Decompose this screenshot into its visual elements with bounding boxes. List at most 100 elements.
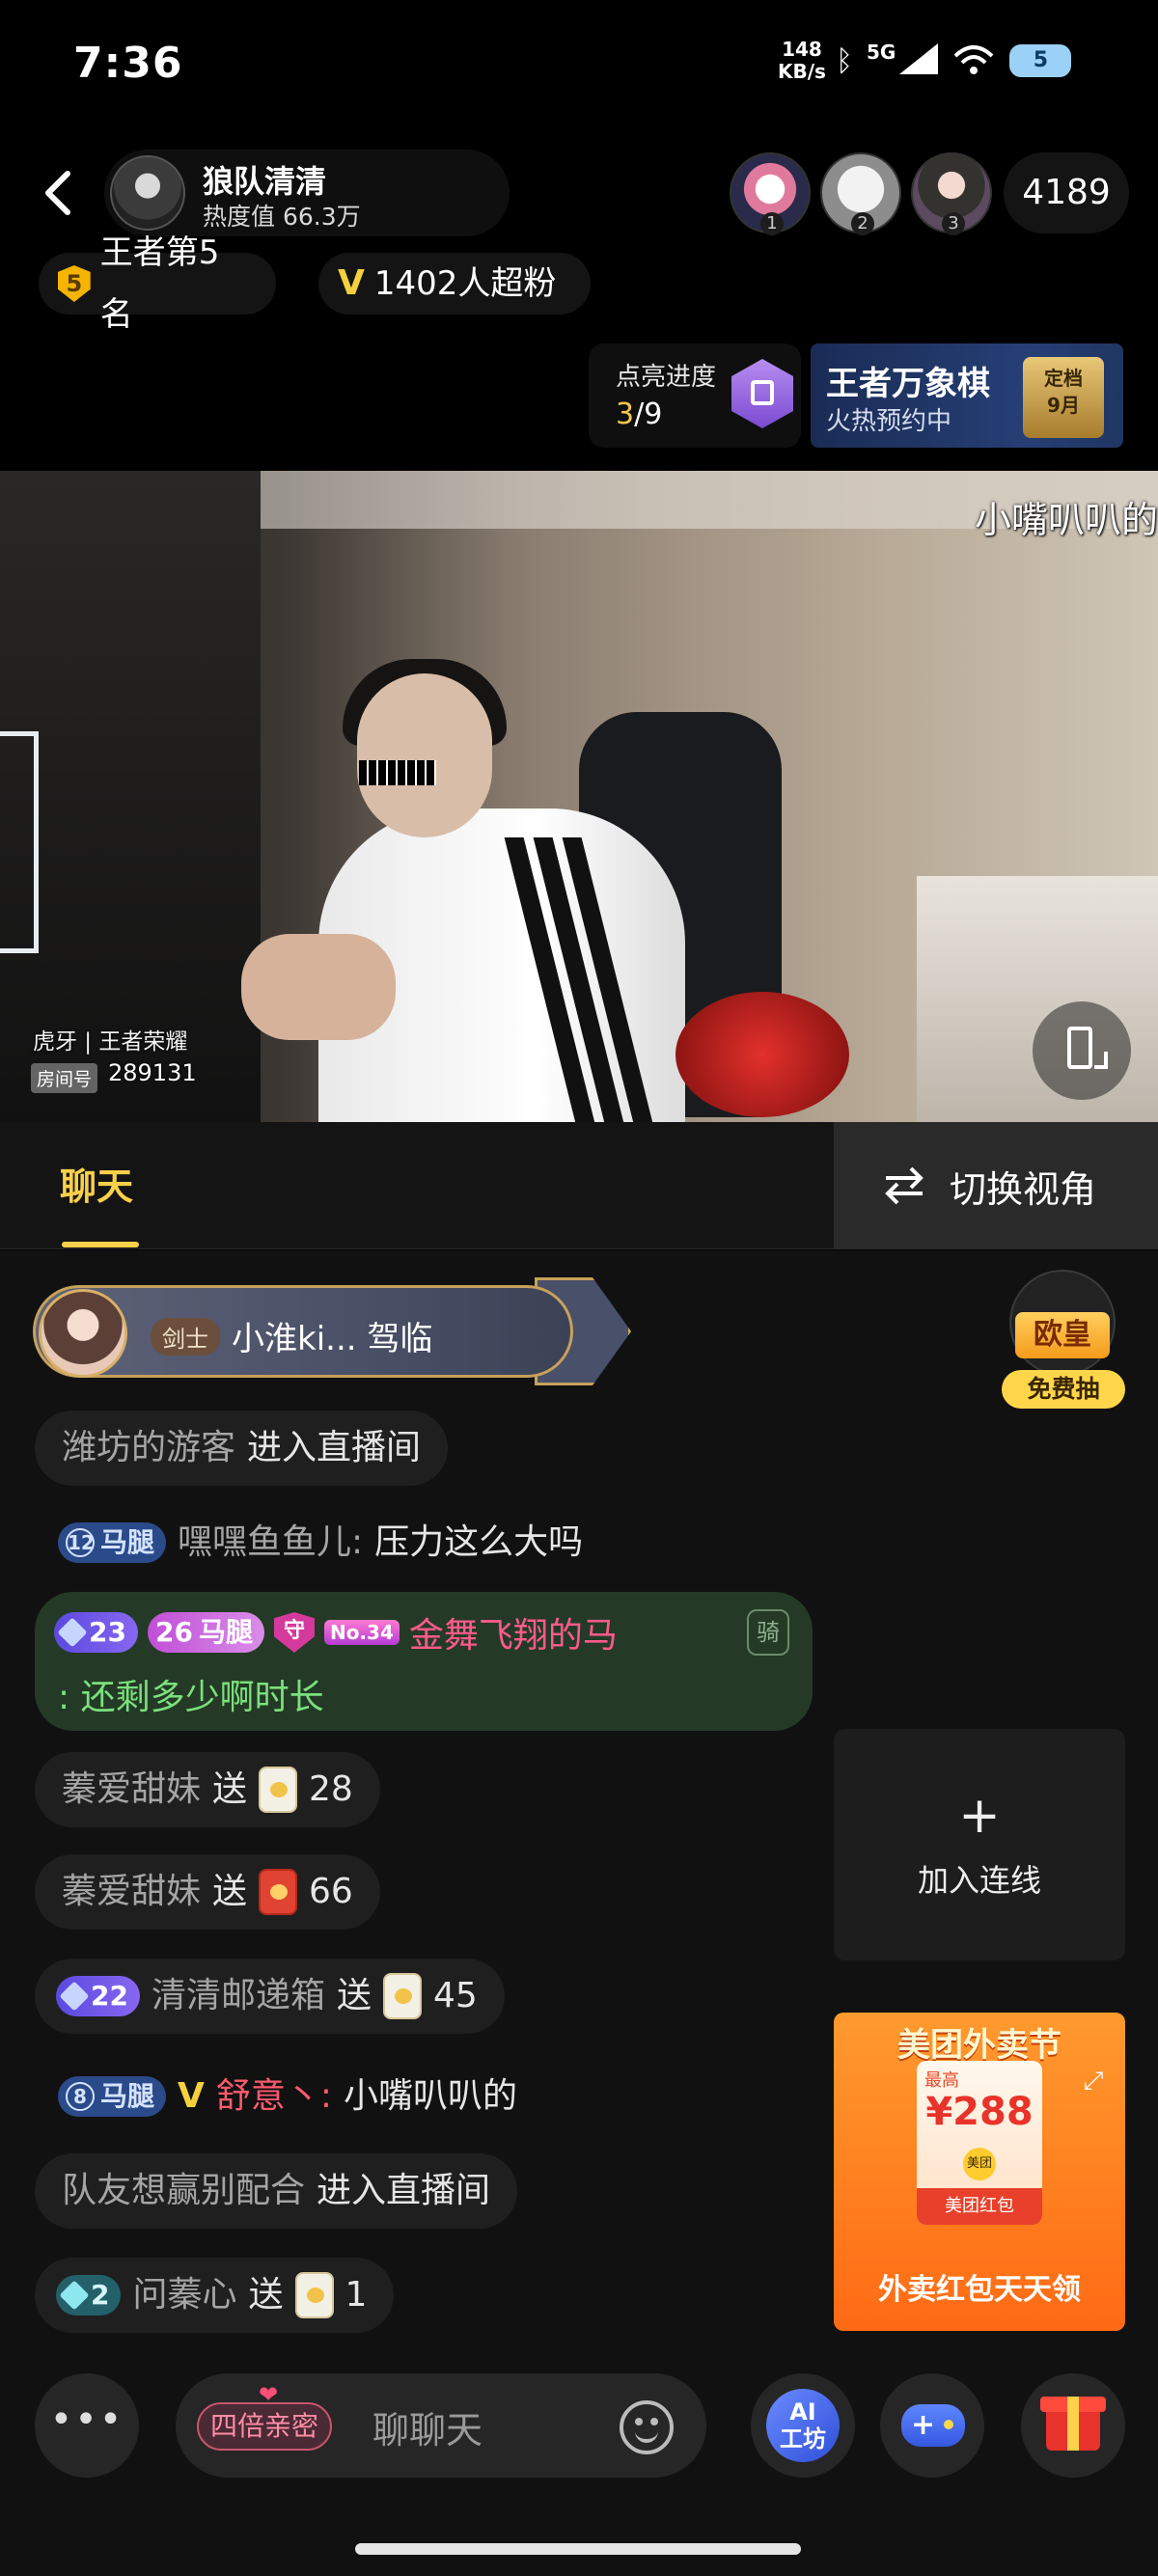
chat-input[interactable]: ❤ 四倍亲密 聊聊天 — [176, 2373, 706, 2478]
chat-action: 进入直播间 — [317, 2171, 491, 2210]
vip-entry-text: 小淮ki... 驾临 — [232, 1320, 433, 1358]
switch-view-label: 切换视角 — [950, 1167, 1097, 1211]
level-number: 26 — [154, 1616, 193, 1648]
chat-message[interactable]: 8 马腿 V 舒意丶: 小嘴叭叭的 — [35, 2059, 544, 2134]
level-number: 22 — [91, 1980, 128, 2012]
level-badge: 22 — [56, 1976, 140, 2016]
intimacy-tag[interactable]: 四倍亲密 — [197, 2402, 333, 2451]
emoji-icon[interactable] — [620, 2400, 674, 2454]
net-speed-unit: KB/s — [778, 60, 826, 83]
fan-tag: 马腿 — [100, 2080, 155, 2112]
gift-count: 66 — [309, 1872, 353, 1911]
top-viewer-avatar[interactable]: 2 — [820, 152, 901, 235]
chat-text: : 还剩多少啊时长 — [58, 1678, 324, 1717]
swap-arrows-icon — [885, 1166, 924, 1205]
rotate-screen-button[interactable] — [1033, 1001, 1131, 1100]
level-number: 23 — [89, 1616, 126, 1648]
gift-icon — [259, 1869, 298, 1915]
bottom-bar: ••• ❤ 四倍亲密 聊聊天 AI 工坊 — [0, 2360, 1158, 2576]
gift-count: 1 — [345, 2275, 368, 2315]
back-button[interactable] — [35, 164, 83, 222]
streamer-avatar[interactable] — [110, 155, 185, 231]
bluetooth-icon: ᛒ — [836, 43, 853, 78]
fans-badge[interactable]: V 1402人超粉 — [318, 253, 591, 315]
chat-action: 送 — [336, 1976, 372, 2015]
game-title: 王者万象棋 — [826, 365, 990, 403]
v-check-icon: V — [338, 263, 365, 303]
chat-message[interactable]: 队友想赢别配合 进入直播间 — [35, 2153, 518, 2229]
tab-chat[interactable]: 聊天 — [60, 1157, 133, 1210]
vip-entry-banner[interactable]: 剑士 小淮ki... 驾临 — [33, 1277, 631, 1385]
level-number: 2 — [91, 2279, 110, 2311]
rank-shield-icon: 5 — [58, 265, 91, 302]
ai-workshop-button[interactable]: AI 工坊 — [751, 2373, 855, 2478]
chat-user[interactable]: 蓁爱甜妹 — [62, 1752, 201, 1827]
chat-list[interactable]: 剑士 小淮ki... 驾临 欧皇 免费抽 潍坊的游客 进入直播间 12 马腿 嘿嘿… — [0, 1250, 1158, 2360]
expand-icon[interactable]: ⤢ — [1079, 2067, 1108, 2096]
game-button[interactable] — [880, 2373, 984, 2478]
lucky-draw-button[interactable]: 欧皇 免费抽 — [1000, 1270, 1125, 1414]
top-viewer-avatar[interactable]: 3 — [911, 152, 992, 235]
chat-gift-message[interactable]: 蓁爱甜妹 送 28 — [35, 1752, 380, 1827]
top-viewer-avatar[interactable]: 1 — [730, 152, 811, 235]
more-button[interactable]: ••• — [35, 2373, 139, 2478]
game-promo-banner[interactable]: 王者万象棋 火热预约中 定档 9月 — [811, 343, 1123, 448]
level-badge: 2 — [56, 2275, 122, 2316]
light-up-progress[interactable]: 点亮进度 3/9 — [589, 343, 801, 448]
join-connection-button[interactable]: + 加入连线 — [834, 1729, 1125, 1960]
chat-user[interactable]: 队友想赢别配合 — [62, 2153, 305, 2229]
vip-avatar[interactable] — [39, 1289, 127, 1378]
chat-user[interactable]: 潍坊的游客 — [62, 1411, 235, 1486]
battery-icon: 5 — [1009, 44, 1072, 77]
chat-message-highlight[interactable]: 23 26 马腿 守 No.34 金舞飞翔的马 : 还剩多少啊时长 骑 — [35, 1592, 813, 1731]
meituan-logo: 美团 — [963, 2148, 996, 2180]
fan-tag: 马腿 — [198, 1616, 253, 1648]
join-connection-label: 加入连线 — [917, 1862, 1041, 1899]
viewer-rank: 3 — [942, 212, 965, 235]
viewer-count[interactable]: 4189 — [1004, 152, 1129, 233]
promo-ad[interactable]: 美团外卖节 ⤢ 最高 ¥288 美团 美团红包 外卖红包天天领 — [834, 2013, 1125, 2331]
game-subtitle: 火热预约中 — [826, 407, 952, 436]
clock: 7:36 — [73, 39, 183, 88]
level-badge: 8 马腿 — [58, 2076, 167, 2117]
home-indicator[interactable] — [355, 2543, 801, 2555]
chat-message[interactable]: 12 马腿 嘿嘿鱼鱼儿: 压力这么大吗 — [35, 1505, 610, 1580]
gift-count: 28 — [309, 1769, 353, 1809]
gift-button[interactable] — [1021, 2373, 1125, 2478]
chat-message[interactable]: 潍坊的游客 进入直播间 — [35, 1411, 449, 1486]
rank-badge[interactable]: 5 王者第5名 — [39, 233, 276, 334]
chat-gift-message[interactable]: 2 问蓁心 送 1 — [35, 2258, 395, 2333]
chat-gift-message[interactable]: 蓁爱甜妹 送 66 — [35, 1854, 380, 1930]
gift-count: 45 — [433, 1976, 478, 2015]
viewer-rank: 2 — [851, 212, 874, 235]
top-viewers: 1 2 3 — [730, 152, 992, 235]
mount-badge: 骑 — [747, 1609, 789, 1656]
chat-user[interactable]: 蓁爱甜妹 — [62, 1854, 201, 1930]
viewer-rank: 1 — [760, 212, 784, 235]
status-bar: 7:36 148 KB/s ᛒ 5G 5 — [0, 0, 1158, 135]
progress-current: 3 — [616, 397, 635, 431]
chat-user[interactable]: 问蓁心 — [132, 2258, 236, 2333]
chat-user[interactable]: 舒意丶: — [216, 2059, 332, 2134]
plus-icon: + — [958, 1787, 1001, 1845]
chat-text: 小嘴叭叭的 — [344, 2076, 518, 2116]
fan-tag: 马腿 — [100, 1526, 155, 1558]
badge-line-1: 定档 — [1044, 367, 1083, 390]
progress-value: 3/9 — [616, 397, 662, 431]
chat-user[interactable]: 嘿嘿鱼鱼儿: — [178, 1505, 363, 1580]
chat-gift-message[interactable]: 22 清清邮递箱 送 45 — [35, 1959, 505, 2034]
ai-workshop-icon: AI 工坊 — [766, 2389, 840, 2462]
switch-view-button[interactable]: 切换视角 — [834, 1122, 1158, 1249]
chat-user[interactable]: 清清邮递箱 — [152, 1959, 325, 2034]
net-speed: 148 KB/s — [778, 39, 826, 83]
ai-label-2: 工坊 — [780, 2425, 826, 2453]
ai-label-1: AI — [789, 2398, 816, 2425]
red-packet-card: 最高 ¥288 美团 美团红包 — [917, 2061, 1042, 2225]
tab-indicator — [62, 1242, 139, 1247]
level-number: 8 — [66, 2082, 95, 2111]
v-check-icon: V — [178, 2076, 205, 2116]
rotate-phone-icon — [1067, 1027, 1092, 1069]
tab-bar: 聊天 切换视角 — [0, 1122, 1158, 1249]
live-video[interactable]: 小嘴叭叭的 虎牙 | 王者荣耀 房间号 289131 — [0, 471, 1158, 1122]
chat-user[interactable]: 金舞飞翔的马 — [409, 1607, 618, 1658]
